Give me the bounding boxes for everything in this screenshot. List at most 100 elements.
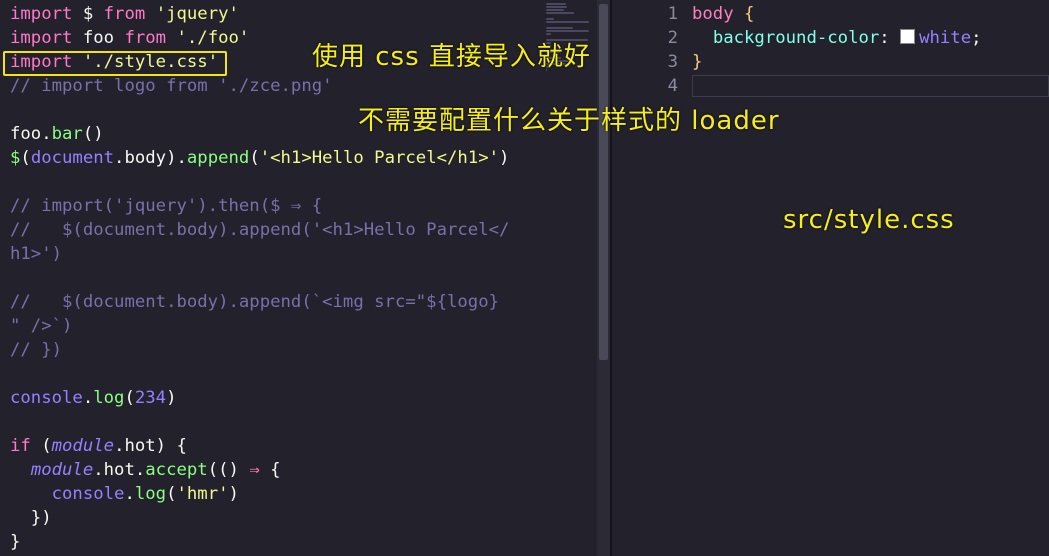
- minimap-line: [546, 21, 590, 23]
- code-token: from: [124, 28, 167, 48]
- code-token: body: [692, 4, 734, 24]
- code-line[interactable]: module.hot.accept(() ⇒ {: [10, 458, 509, 482]
- code-line[interactable]: import $ from 'jquery': [10, 2, 509, 26]
- code-line[interactable]: // $(document.body).append('<h1>Hello Pa…: [10, 218, 509, 242]
- code-token: // $(document.body).append(`<img src="${…: [10, 292, 499, 312]
- code-token: (: [20, 148, 31, 168]
- code-token: log: [93, 388, 125, 408]
- line-number: 2: [667, 28, 678, 48]
- code-line[interactable]: }: [692, 50, 982, 74]
- code-token: import: [10, 4, 73, 24]
- code-token: bar: [51, 124, 83, 144]
- code-token: ((): [207, 460, 250, 480]
- code-line[interactable]: background-color: white;: [692, 26, 982, 50]
- code-token: import: [10, 28, 73, 48]
- minimap-line: [546, 30, 590, 32]
- code-line[interactable]: $(document.body).append('<h1>Hello Parce…: [10, 146, 509, 170]
- code-token: console: [51, 484, 125, 504]
- code-line[interactable]: [10, 170, 509, 194]
- code-token: ): [228, 484, 239, 504]
- left-code-area[interactable]: import $ from 'jquery' import foo from '.…: [10, 2, 509, 554]
- code-token: .hot): [114, 436, 177, 456]
- color-swatch-icon: [900, 29, 916, 44]
- annotation-css-import: 使用 css 直接导入就好: [312, 42, 591, 72]
- code-token: 234: [134, 388, 167, 408]
- code-line[interactable]: console.log('hmr'): [10, 482, 509, 506]
- code-token: $: [10, 148, 21, 168]
- code-token: .: [114, 148, 125, 168]
- import-highlight-box: [3, 51, 227, 76]
- code-line[interactable]: if (module.hot) {: [10, 434, 509, 458]
- code-line[interactable]: }): [10, 506, 509, 530]
- code-token: .: [124, 484, 135, 504]
- code-token: }: [10, 532, 21, 552]
- code-token: // $(document.body).append('<h1>Hello Pa…: [10, 220, 510, 240]
- code-token: ).: [166, 148, 187, 168]
- minimap-line: [546, 9, 564, 11]
- code-token: (: [30, 436, 52, 456]
- code-token: '<h1>Hello Parcel</h1>': [259, 148, 500, 168]
- code-token: './foo': [176, 28, 250, 48]
- code-line[interactable]: [10, 362, 509, 386]
- code-token: foo: [72, 28, 125, 48]
- code-token: accept: [145, 460, 208, 480]
- code-token: {: [744, 4, 755, 24]
- code-token: append: [186, 148, 250, 168]
- line-number: 4: [667, 76, 678, 96]
- code-token: 'hmr': [176, 484, 229, 504]
- code-line[interactable]: // import('jquery').then($ ⇒ {: [10, 194, 509, 218]
- code-line[interactable]: console.log(234): [10, 386, 509, 410]
- code-token: " />`): [10, 316, 73, 336]
- code-token: body: [124, 148, 167, 168]
- code-token: from: [103, 4, 146, 24]
- left-editor-pane[interactable]: import $ from 'jquery' import foo from '.…: [0, 0, 597, 556]
- line-number: 1: [667, 4, 678, 24]
- code-token: log: [134, 484, 167, 504]
- code-token: (: [124, 388, 135, 408]
- code-token: (): [82, 124, 104, 144]
- code-token: {: [259, 460, 281, 480]
- scrollbar-thumb[interactable]: [599, 4, 608, 360]
- minimap-line: [546, 6, 567, 8]
- code-line[interactable]: // $(document.body).append(`<img src="${…: [10, 290, 509, 314]
- code-token: $: [72, 4, 104, 24]
- code-line[interactable]: // import logo from './zce.png': [10, 74, 509, 98]
- code-line[interactable]: " />`): [10, 314, 509, 338]
- code-token: h1>'): [10, 244, 63, 264]
- code-token: document: [30, 148, 115, 168]
- code-token: // import('jquery').then($ ⇒ {: [10, 196, 323, 216]
- code-line[interactable]: [10, 410, 509, 434]
- code-token: module: [30, 460, 94, 480]
- right-editor-pane[interactable]: 1 2 3 4 body { background-color: white;}: [612, 0, 1049, 556]
- code-token: }: [692, 52, 703, 72]
- code-token: // import logo from './zce.png': [10, 76, 333, 96]
- code-line[interactable]: [10, 266, 509, 290]
- code-line[interactable]: }: [10, 530, 509, 554]
- code-token: if: [10, 436, 31, 456]
- code-token: {: [176, 436, 187, 456]
- code-token: .: [41, 124, 52, 144]
- code-token: (: [166, 484, 177, 504]
- code-line[interactable]: [692, 74, 982, 98]
- code-token: :: [879, 28, 901, 48]
- code-line[interactable]: body {: [692, 2, 982, 26]
- minimap-line: [546, 18, 555, 20]
- code-line[interactable]: h1>'): [10, 242, 509, 266]
- line-number-gutter: 1 2 3 4: [622, 2, 678, 98]
- code-token: ): [166, 388, 177, 408]
- code-token: 'jquery': [155, 4, 239, 24]
- code-line[interactable]: // }): [10, 338, 509, 362]
- minimap-line: [546, 27, 573, 29]
- right-code-area[interactable]: body { background-color: white;}: [692, 2, 982, 98]
- code-token: console: [10, 388, 83, 408]
- code-token: foo: [10, 124, 42, 144]
- code-token: white: [919, 28, 972, 48]
- code-token: ⇒: [249, 460, 260, 480]
- minimap-line: [546, 33, 551, 35]
- vertical-scrollbar[interactable]: [597, 0, 610, 556]
